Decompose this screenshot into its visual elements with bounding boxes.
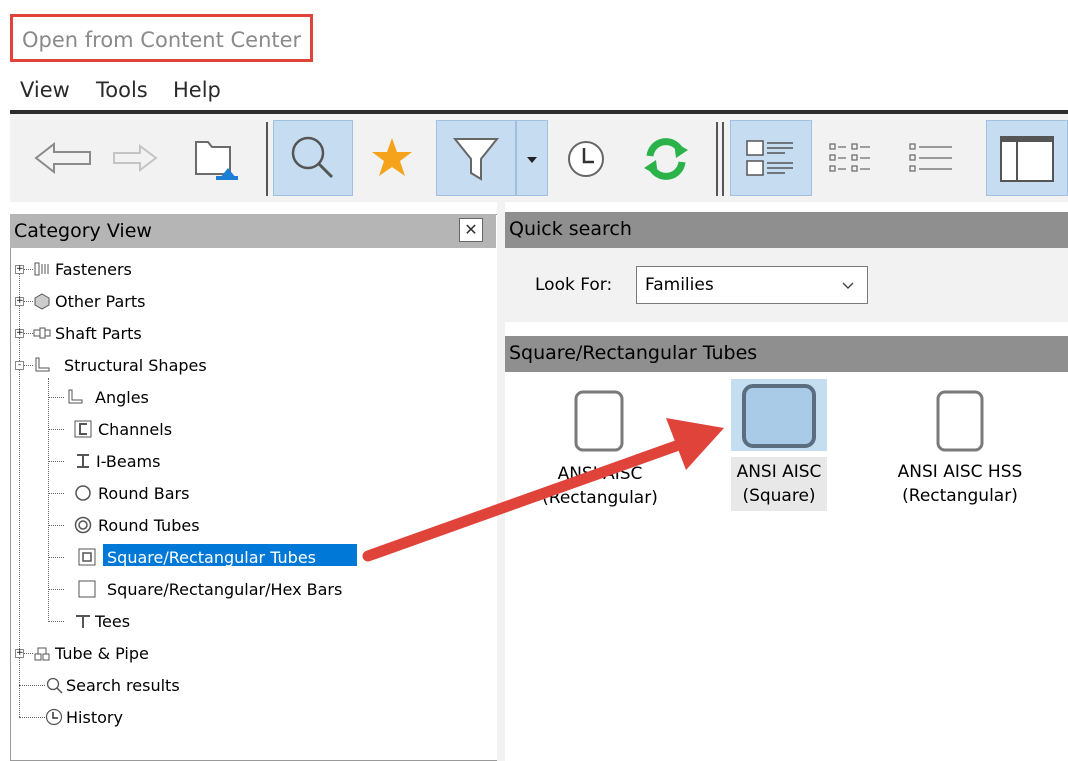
tree-item-other-parts[interactable]: Other Parts xyxy=(55,292,145,311)
tree-item-structural-shapes[interactable]: Structural Shapes xyxy=(64,356,207,375)
tree-item-tees[interactable]: Tees xyxy=(95,612,130,631)
quick-search-header: Quick search xyxy=(505,212,1068,248)
round-tubes-icon xyxy=(74,516,92,534)
tees-icon xyxy=(76,615,90,628)
back-button[interactable] xyxy=(28,120,100,196)
structural-shapes-icon xyxy=(35,357,50,372)
refresh-icon xyxy=(644,138,688,180)
tree-item-search-results[interactable]: Search results xyxy=(66,676,180,695)
tube-pipe-icon xyxy=(34,647,50,661)
look-for-label: Look For: xyxy=(535,275,613,295)
history-clock-icon xyxy=(568,141,604,177)
angles-icon xyxy=(68,389,83,404)
refresh-button[interactable] xyxy=(636,120,696,196)
filter-icon xyxy=(452,138,500,181)
menu-help[interactable]: Help xyxy=(173,78,221,102)
chevron-down-icon xyxy=(842,282,854,289)
tree-item-square-rectangular-tubes[interactable]: Square/Rectangular Tubes xyxy=(107,548,316,567)
tree-item-i-beams[interactable]: I-Beams xyxy=(96,452,160,471)
tree-item-round-bars[interactable]: Round Bars xyxy=(98,484,189,503)
tree-item-tube-pipe[interactable]: Tube & Pipe xyxy=(55,644,149,663)
window-title: Open from Content Center xyxy=(22,28,302,52)
small-icons-view-icon xyxy=(909,143,952,172)
look-for-select[interactable]: Families xyxy=(636,266,868,304)
forward-button[interactable] xyxy=(108,120,164,196)
search-icon xyxy=(291,136,334,179)
forward-arrow-icon xyxy=(113,144,158,172)
rectangular-tube-icon[interactable] xyxy=(570,388,630,456)
tree-item-fasteners[interactable]: Fasteners xyxy=(55,260,132,279)
fasteners-icon xyxy=(34,262,49,276)
square-tubes-icon xyxy=(78,548,96,566)
tree-item-channels[interactable]: Channels xyxy=(98,420,172,439)
look-for-value: Families xyxy=(645,275,714,295)
i-beams-icon xyxy=(77,454,89,468)
category-view-header: Category View xyxy=(10,214,496,248)
tree-item-angles[interactable]: Angles xyxy=(95,388,149,407)
shaft-parts-icon xyxy=(33,327,51,339)
other-parts-icon xyxy=(34,293,50,310)
collapse-structural-shapes[interactable]: - xyxy=(15,361,24,370)
history-button[interactable] xyxy=(558,120,614,196)
result-item-1-line1[interactable]: ANSI AISC xyxy=(520,462,680,486)
favorites-button[interactable] xyxy=(360,120,424,196)
result-item-3-line2[interactable]: (Rectangular) xyxy=(875,484,1045,508)
small-icons-view-button[interactable] xyxy=(900,120,966,196)
result-item-3-line1[interactable]: ANSI AISC HSS xyxy=(875,460,1045,484)
menu-tools[interactable]: Tools xyxy=(96,78,148,102)
history-icon xyxy=(45,708,63,726)
result-item-1-line2[interactable]: (Rectangular) xyxy=(520,486,680,510)
results-group-header: Square/Rectangular Tubes xyxy=(505,336,1068,372)
round-bars-icon xyxy=(75,485,91,501)
expand-shaft-parts[interactable]: + xyxy=(15,329,24,338)
channels-icon xyxy=(74,420,92,438)
hss-rectangular-tube-icon[interactable] xyxy=(930,388,990,456)
filter-dropdown-icon xyxy=(527,157,537,163)
detail-view-button[interactable] xyxy=(730,120,812,196)
panel-splitter[interactable] xyxy=(497,202,505,761)
panel-layout-icon xyxy=(1000,136,1054,182)
close-icon: ✕ xyxy=(464,220,478,239)
expand-fasteners[interactable]: + xyxy=(15,265,24,274)
panel-layout-button[interactable] xyxy=(986,120,1068,196)
close-panel-button[interactable]: ✕ xyxy=(459,218,483,242)
square-tube-icon[interactable] xyxy=(738,382,820,450)
filter-button[interactable] xyxy=(436,120,516,196)
expand-tube-pipe[interactable]: + xyxy=(15,649,24,658)
search-button[interactable] xyxy=(273,120,353,196)
folder-up-button[interactable] xyxy=(190,120,246,196)
list-view-icon xyxy=(829,143,870,172)
tree-item-shaft-parts[interactable]: Shaft Parts xyxy=(55,324,142,343)
expand-other-parts[interactable]: + xyxy=(15,297,24,306)
tree-item-round-tubes[interactable]: Round Tubes xyxy=(98,516,200,535)
favorites-star-icon xyxy=(372,138,412,176)
detail-view-icon xyxy=(746,140,793,176)
back-arrow-icon xyxy=(34,141,91,175)
menu-view[interactable]: View xyxy=(20,78,70,102)
tree-item-history[interactable]: History xyxy=(66,708,123,727)
tree-item-square-rectangular-hex-bars[interactable]: Square/Rectangular/Hex Bars xyxy=(107,580,342,599)
search-results-icon xyxy=(46,677,63,694)
filter-dropdown-button[interactable] xyxy=(516,120,548,196)
result-item-2-line2[interactable]: (Square) xyxy=(731,484,827,508)
square-bars-icon xyxy=(78,580,96,598)
list-view-button[interactable] xyxy=(820,120,882,196)
folder-up-icon xyxy=(195,141,238,180)
result-item-2-line1[interactable]: ANSI AISC xyxy=(731,460,827,484)
